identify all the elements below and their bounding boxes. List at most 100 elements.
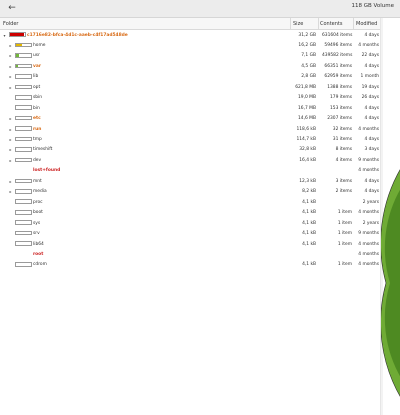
ring-chart[interactable] [381, 168, 400, 398]
tree-row[interactable]: srv 4,1 kB 1 item 9 months [0, 229, 380, 240]
folder-name: lib [33, 74, 39, 80]
column-separator[interactable] [290, 18, 291, 29]
folder-contents: 153 items [330, 105, 352, 111]
folder-contents: 3 items [335, 178, 352, 184]
tree-row[interactable]: root 4 months [0, 249, 380, 260]
expander-closed-icon[interactable]: ▸ [8, 116, 13, 121]
usage-bar-fill [16, 43, 22, 47]
folder-modified: 4 days [364, 189, 379, 195]
folder-name: bin [33, 105, 40, 111]
ring-chart-panel [380, 18, 400, 415]
folder-modified: 4 days [364, 137, 379, 142]
usage-bar [9, 32, 26, 37]
folder-name: var [33, 63, 41, 69]
expander-closed-icon[interactable]: ▸ [8, 147, 13, 152]
folder-name: root [33, 251, 44, 257]
folder-name: dev [33, 157, 42, 163]
folder-name: mnt [33, 178, 42, 184]
tree-row[interactable]: lost+found 4 months [0, 166, 380, 177]
tree-row[interactable]: ▸ tmp 114,7 kB 31 items 4 days [0, 135, 380, 146]
tree-row-root[interactable]: ▾ c1716e82-bfca-4d1c-aaeb-c4f17ad548de 3… [0, 30, 380, 41]
expander-closed-icon[interactable]: ▸ [8, 189, 13, 194]
tree-row[interactable]: ▸ opt 621,8 MB 1388 items 19 days [0, 82, 380, 93]
tree-row[interactable]: ▸ home 16,2 GB 59496 items 4 months [0, 40, 380, 51]
folder-modified: 4 days [364, 63, 379, 69]
tree-row[interactable]: ▸ etc 14,6 MB 2307 items 4 days [0, 114, 380, 125]
tree-row[interactable]: ▸ dev 16,4 kB 4 items 9 months [0, 155, 380, 166]
tree-row[interactable]: ▸ mnt 12,3 kB 3 items 4 days [0, 176, 380, 187]
tree-row[interactable]: ▸ lib 2,8 GB 62959 items 1 month [0, 72, 380, 83]
usage-bar [15, 136, 32, 142]
folder-name: etc [33, 116, 41, 122]
usage-bar [15, 230, 32, 236]
column-separator[interactable] [353, 18, 354, 29]
column-header-folder[interactable]: Folder [3, 21, 18, 27]
tree-row[interactable]: proc 4,1 kB 2 years [0, 197, 380, 208]
column-header-modified[interactable]: Modified [356, 21, 377, 27]
folder-modified: 9 months [358, 157, 379, 163]
folder-name: sys [33, 220, 41, 226]
folder-contents: 1 item [337, 231, 352, 237]
folder-modified: 1 month [360, 74, 379, 80]
column-header-size[interactable]: Size [293, 21, 303, 27]
tree-row[interactable]: ▸ run 118,6 kB 32 items 4 months [0, 124, 380, 135]
tree-row[interactable]: ▸ timeshift 32,8 kB 8 items 3 days [0, 145, 380, 156]
folder-modified: 4 months [358, 241, 379, 247]
folder-size: 31,2 GB [298, 32, 316, 38]
tree-row[interactable]: boot 4,1 kB 1 item 4 months [0, 208, 380, 219]
expander-closed-icon[interactable]: ▸ [8, 127, 13, 132]
folder-size: 118,6 kB [296, 126, 316, 132]
folder-modified: 4 months [358, 42, 379, 48]
expander-closed-icon[interactable]: ▸ [8, 74, 13, 79]
folder-size: 621,8 MB [295, 84, 316, 90]
tree-row[interactable]: bin 16,7 MB 153 items 4 days [0, 103, 380, 114]
folder-contents: 32 items [332, 126, 352, 132]
folder-name: tmp [33, 137, 42, 142]
usage-bar [15, 94, 32, 100]
expander-closed-icon[interactable]: ▸ [8, 53, 13, 58]
usage-bar [15, 209, 32, 215]
tree-row[interactable]: lib64 4,1 kB 1 item 4 months [0, 239, 380, 250]
folder-name: proc [33, 199, 43, 205]
folder-size: 12,3 kB [299, 178, 316, 184]
expander-closed-icon[interactable]: ▸ [8, 137, 13, 142]
folder-contents: 631604 items [322, 32, 353, 38]
tree-row[interactable]: sys 4,1 kB 1 item 2 years [0, 218, 380, 229]
folder-name: timeshift [33, 147, 53, 153]
folder-modified: 4 months [358, 262, 379, 268]
usage-bar [15, 126, 32, 131]
expander-closed-icon[interactable]: ▸ [8, 64, 13, 69]
tree-row[interactable]: sbin 19,0 MB 179 items 26 days [0, 93, 380, 104]
folder-contents: 439582 items [322, 53, 353, 59]
tree-row[interactable]: ▸ var 4,5 GB 66351 items 4 days [0, 61, 380, 72]
usage-bar [15, 157, 32, 163]
usage-bar [15, 241, 32, 246]
expander-closed-icon[interactable]: ▸ [8, 158, 13, 163]
expander-closed-icon[interactable]: ▸ [8, 43, 13, 48]
folder-size: 114,7 kB [296, 137, 316, 142]
tree-row[interactable]: ▸ media 8,2 kB 2 items 4 days [0, 187, 380, 198]
folder-modified: 26 days [361, 95, 379, 101]
back-button[interactable]: ← [5, 1, 19, 15]
folder-size: 16,7 MB [298, 105, 316, 111]
folder-size: 19,0 MB [298, 95, 316, 101]
expander-closed-icon[interactable]: ▸ [8, 179, 13, 184]
column-header-contents[interactable]: Contents [320, 21, 343, 27]
arrow-left-icon: ← [8, 3, 16, 13]
folder-size: 8,2 kB [302, 189, 316, 195]
folder-name: lost+found [33, 168, 61, 174]
expander-closed-icon[interactable]: ▸ [8, 85, 13, 90]
usage-bar [15, 178, 32, 184]
column-separator[interactable] [318, 18, 319, 29]
folder-name: boot [33, 210, 43, 216]
folder-name: srv [33, 231, 40, 237]
folder-contents: 59496 items [324, 42, 352, 48]
folder-size: 7,1 GB [301, 53, 316, 59]
folder-contents: 4 items [335, 157, 352, 163]
expander-open-icon[interactable]: ▾ [2, 33, 7, 38]
folder-name: cdrom [33, 262, 47, 268]
usage-bar [15, 74, 32, 79]
folder-modified: 4 days [364, 32, 379, 38]
tree-row[interactable]: cdrom 4,1 kB 1 item 4 months [0, 260, 380, 271]
tree-row[interactable]: ▸ usr 7,1 GB 439582 items 22 days [0, 51, 380, 62]
